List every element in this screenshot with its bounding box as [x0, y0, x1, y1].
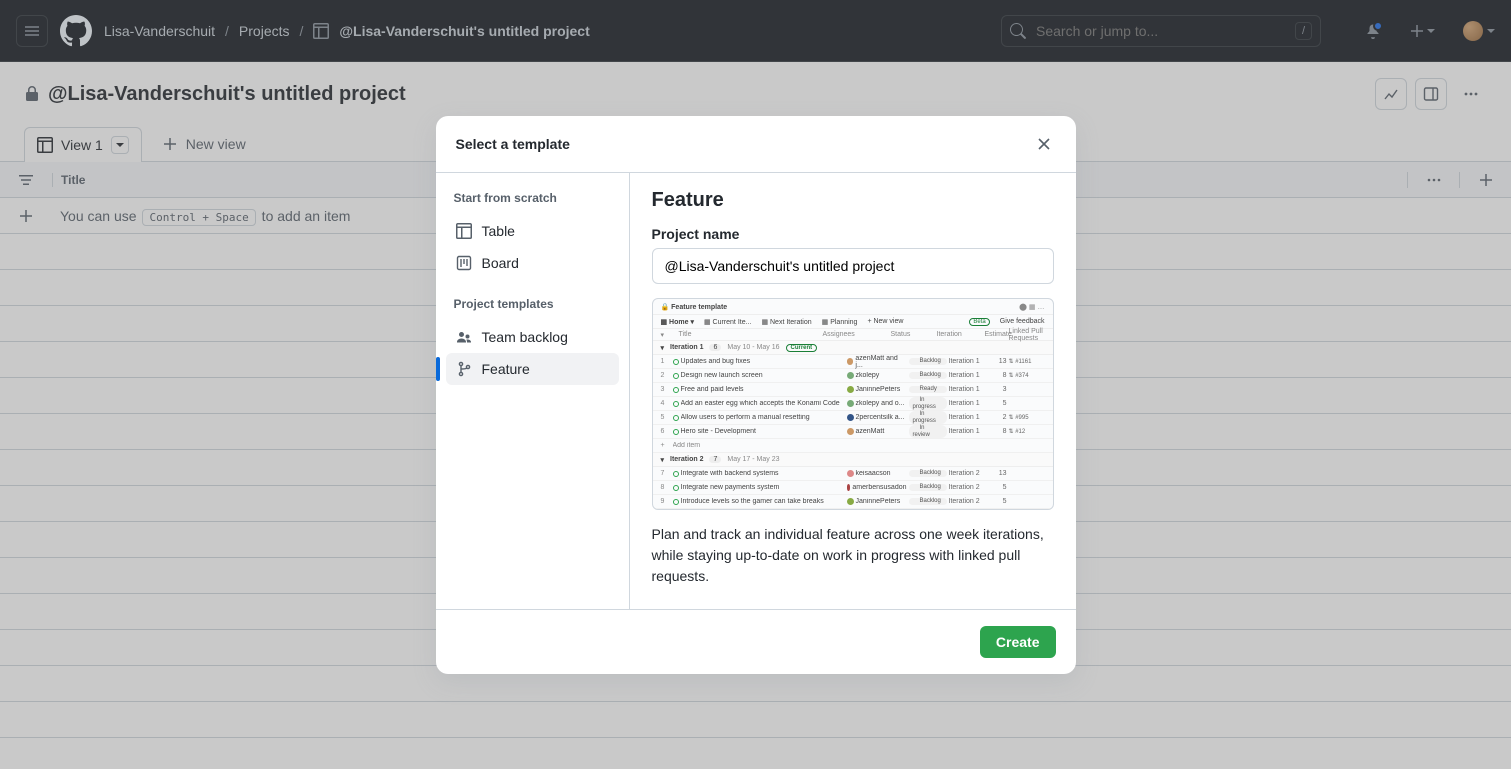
modal-title: Select a template [456, 136, 570, 152]
table-icon [456, 223, 472, 239]
sidebar-item-label: Table [482, 223, 515, 239]
people-icon [456, 329, 472, 345]
sidebar-item-feature[interactable]: Feature [446, 353, 619, 385]
modal-sidebar: Start from scratch Table Board Project t… [436, 173, 630, 609]
sidebar-item-team-backlog[interactable]: Team backlog [446, 321, 619, 353]
sidebar-item-board[interactable]: Board [446, 247, 619, 279]
board-icon [456, 255, 472, 271]
template-modal: Select a template Start from scratch Tab… [436, 116, 1076, 674]
project-name-label: Project name [652, 226, 1054, 242]
modal-overlay[interactable]: Select a template Start from scratch Tab… [0, 0, 1511, 769]
sidebar-heading-scratch: Start from scratch [446, 187, 619, 215]
create-button[interactable]: Create [980, 626, 1056, 658]
template-preview: 🔒 Feature template⬤ ▦ …▦ Home ▾▦ Current… [652, 298, 1054, 510]
feature-icon [456, 361, 472, 377]
project-name-input[interactable] [652, 248, 1054, 284]
sidebar-item-label: Feature [482, 361, 530, 377]
close-button[interactable] [1032, 132, 1056, 156]
sidebar-item-label: Team backlog [482, 329, 568, 345]
template-title: Feature [652, 189, 1054, 212]
modal-main: Feature Project name 🔒 Feature template⬤… [630, 173, 1076, 609]
close-icon [1036, 136, 1052, 152]
sidebar-item-table[interactable]: Table [446, 215, 619, 247]
sidebar-heading-templates: Project templates [446, 293, 619, 321]
template-description: Plan and track an individual feature acr… [652, 524, 1054, 587]
sidebar-item-label: Board [482, 255, 519, 271]
